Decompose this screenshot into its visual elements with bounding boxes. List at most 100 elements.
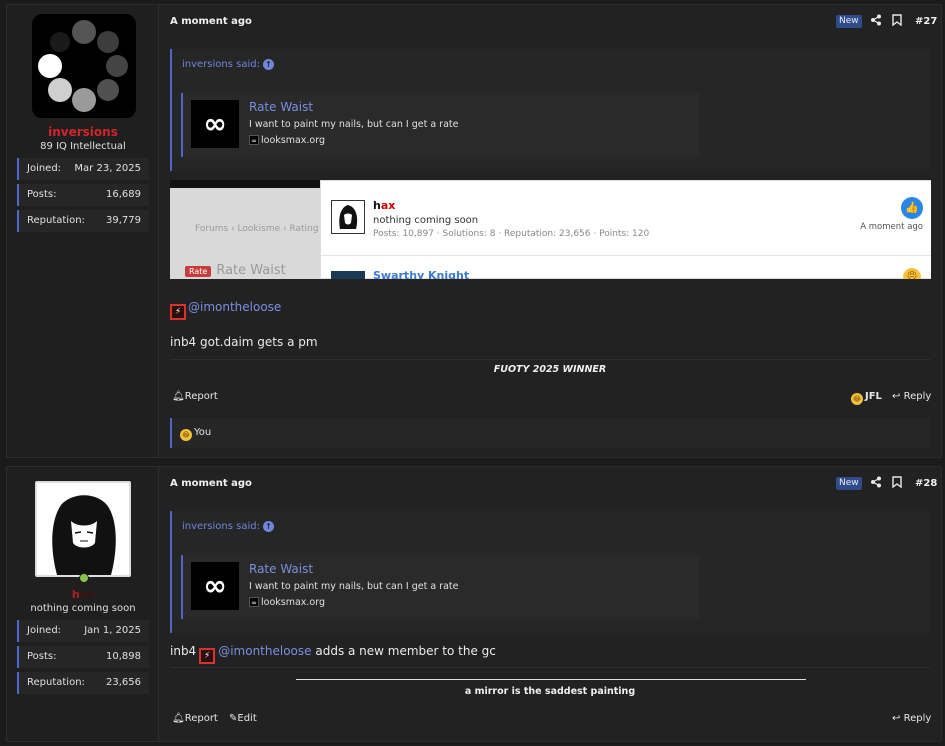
user-title: 89 IQ Intellectual bbox=[40, 141, 126, 152]
embed-title[interactable]: Rate Waist bbox=[249, 562, 313, 576]
quote-block: inversions said: ↑ ∞ Rate Waist I want to… bbox=[170, 49, 930, 171]
stat-value: 39,779 bbox=[106, 215, 141, 226]
user-avatar-icon[interactable]: ⚡ bbox=[170, 304, 186, 320]
post-28: hax nothing coming soon Joined: Jan 1, 2… bbox=[6, 466, 942, 742]
quote-author-label[interactable]: inversions said: bbox=[182, 59, 260, 70]
arrow-up-icon[interactable]: ↑ bbox=[262, 521, 274, 532]
username[interactable]: inversions bbox=[7, 125, 159, 139]
signature-rule bbox=[296, 679, 806, 680]
post-number[interactable]: #28 bbox=[915, 478, 937, 489]
stat-label: Joined: bbox=[27, 163, 62, 174]
report-label: Report bbox=[184, 713, 218, 724]
new-badge: New bbox=[836, 477, 862, 490]
post-content: A moment ago New #27 inversions said: ↑ ∞… bbox=[159, 5, 941, 457]
screenshot-thread-title: Rate Rate Waist bbox=[185, 263, 305, 279]
mention-link[interactable]: @imontheloose bbox=[188, 300, 281, 314]
bell-icon: 🔔︎ bbox=[172, 713, 185, 724]
username-prefix[interactable]: h bbox=[72, 588, 80, 601]
stat-value: 16,689 bbox=[106, 189, 141, 200]
jfl-reaction-button[interactable]: 😂 JFL bbox=[851, 391, 882, 405]
screenshot-username: hax bbox=[373, 199, 395, 212]
embed-title[interactable]: Rate Waist bbox=[249, 100, 313, 114]
share-icon[interactable] bbox=[869, 14, 883, 28]
stat-value: Mar 23, 2025 bbox=[74, 163, 141, 174]
post-time[interactable]: A moment ago bbox=[170, 16, 252, 27]
stat-posts: Posts: 16,689 bbox=[17, 184, 149, 206]
site-favicon-icon: ∞ bbox=[249, 135, 259, 145]
stat-label: Posts: bbox=[27, 189, 57, 200]
signature-divider bbox=[170, 667, 930, 668]
signature: a mirror is the saddest painting bbox=[464, 686, 636, 697]
screenshot-header-strip bbox=[170, 180, 320, 188]
user-sidebar: hax nothing coming soon Joined: Jan 1, 2… bbox=[7, 467, 159, 741]
laughing-emoji-icon: 😂 bbox=[180, 429, 192, 441]
user-title: nothing coming soon bbox=[30, 603, 136, 614]
reply-label: Reply bbox=[903, 713, 932, 724]
reactions-bar[interactable]: 😂 You bbox=[170, 418, 930, 448]
embed-site-label: looksmax.org bbox=[261, 135, 326, 146]
screenshot-username-prefix: h bbox=[373, 199, 381, 212]
report-button[interactable]: 🔔︎Report bbox=[172, 391, 218, 402]
embed-description: I want to paint my nails, but can I get … bbox=[249, 119, 459, 130]
embed-site: ∞ looksmax.org bbox=[249, 597, 325, 608]
share-icon[interactable] bbox=[869, 476, 883, 490]
avatar[interactable] bbox=[35, 481, 131, 577]
reply-button[interactable]: ↩ Reply bbox=[892, 713, 931, 724]
mention-link[interactable]: @imontheloose bbox=[218, 644, 311, 658]
stat-reputation: Reputation: 23,656 bbox=[17, 672, 149, 694]
report-button[interactable]: 🔔︎Report bbox=[172, 713, 218, 724]
attached-screenshot[interactable]: Forums › Lookisme › Rating Rate Rate Wais… bbox=[170, 180, 931, 279]
post-body: inb4 got.daim gets a pm bbox=[170, 335, 318, 349]
screenshot-username-suffix: ax bbox=[380, 199, 396, 212]
quote-author[interactable]: inversions said: ↑ bbox=[182, 521, 274, 532]
reactions-label[interactable]: You bbox=[194, 427, 211, 438]
screenshot-tag: Rate bbox=[185, 266, 212, 277]
screenshot-user-stats: Posts: 10,897 · Solutions: 8 · Reputatio… bbox=[373, 229, 650, 239]
stat-value: 10,898 bbox=[106, 651, 141, 662]
screenshot-divider bbox=[321, 255, 931, 256]
post-body: inb4 ⚡ @imontheloose adds a new member to … bbox=[170, 644, 496, 664]
report-label: Report bbox=[184, 391, 218, 402]
quote-block: inversions said: ↑ ∞ Rate Waist I want to… bbox=[170, 511, 930, 633]
edit-button[interactable]: ✎Edit bbox=[229, 713, 257, 724]
reply-button[interactable]: ↩ Reply bbox=[892, 391, 931, 402]
signature-divider bbox=[170, 359, 930, 360]
arrow-up-icon[interactable]: ↑ bbox=[262, 59, 274, 70]
embed-description: I want to paint my nails, but can I get … bbox=[249, 581, 459, 592]
screenshot-breadcrumb: Forums › Lookisme › Rating bbox=[195, 224, 319, 234]
screenshot-avatar bbox=[331, 200, 365, 234]
link-embed[interactable]: ∞ Rate Waist I want to paint my nails, b… bbox=[181, 93, 699, 157]
online-status-indicator bbox=[79, 573, 89, 583]
stat-joined: Joined: Mar 23, 2025 bbox=[17, 158, 149, 180]
stat-joined: Joined: Jan 1, 2025 bbox=[17, 620, 149, 642]
signature: FUOTY 2025 WINNER bbox=[493, 364, 607, 375]
bookmark-icon[interactable] bbox=[890, 476, 904, 490]
stat-posts: Posts: 10,898 bbox=[17, 646, 149, 668]
embed-site-label: looksmax.org bbox=[261, 597, 326, 608]
avatar-drawing bbox=[37, 483, 129, 575]
like-icon: 👍 bbox=[901, 197, 923, 219]
username[interactable]: hax bbox=[7, 588, 159, 601]
laughing-emoji-icon: 😂 bbox=[851, 393, 863, 405]
screenshot-reaction-card: hax nothing coming soon Posts: 10,897 · … bbox=[320, 180, 931, 279]
user-avatar-icon[interactable]: ⚡ bbox=[199, 648, 216, 664]
quote-author[interactable]: inversions said: ↑ bbox=[182, 59, 274, 70]
screenshot-thread-name: Rate Waist bbox=[216, 263, 286, 278]
link-embed[interactable]: ∞ Rate Waist I want to paint my nails, b… bbox=[181, 555, 699, 619]
bookmark-icon[interactable] bbox=[890, 14, 904, 28]
looksmax-logo-icon: ∞ bbox=[191, 100, 239, 148]
angry-emoji-icon: 😠 bbox=[903, 268, 921, 279]
post-time[interactable]: A moment ago bbox=[170, 478, 252, 489]
screenshot-user-title: nothing coming soon bbox=[373, 215, 479, 226]
username-suffix[interactable]: ax bbox=[80, 588, 95, 601]
stat-label: Reputation: bbox=[27, 215, 85, 226]
stat-value: Jan 1, 2025 bbox=[84, 625, 141, 636]
loading-spinner-icon bbox=[38, 20, 128, 112]
quote-author-label[interactable]: inversions said: bbox=[182, 521, 260, 532]
jfl-label: JFL bbox=[865, 391, 882, 402]
post-number[interactable]: #27 bbox=[915, 16, 937, 27]
edit-label: Edit bbox=[237, 713, 257, 724]
reactions-list[interactable]: 😂 You bbox=[180, 427, 211, 441]
avatar[interactable] bbox=[32, 14, 136, 118]
stat-label: Joined: bbox=[27, 625, 62, 636]
